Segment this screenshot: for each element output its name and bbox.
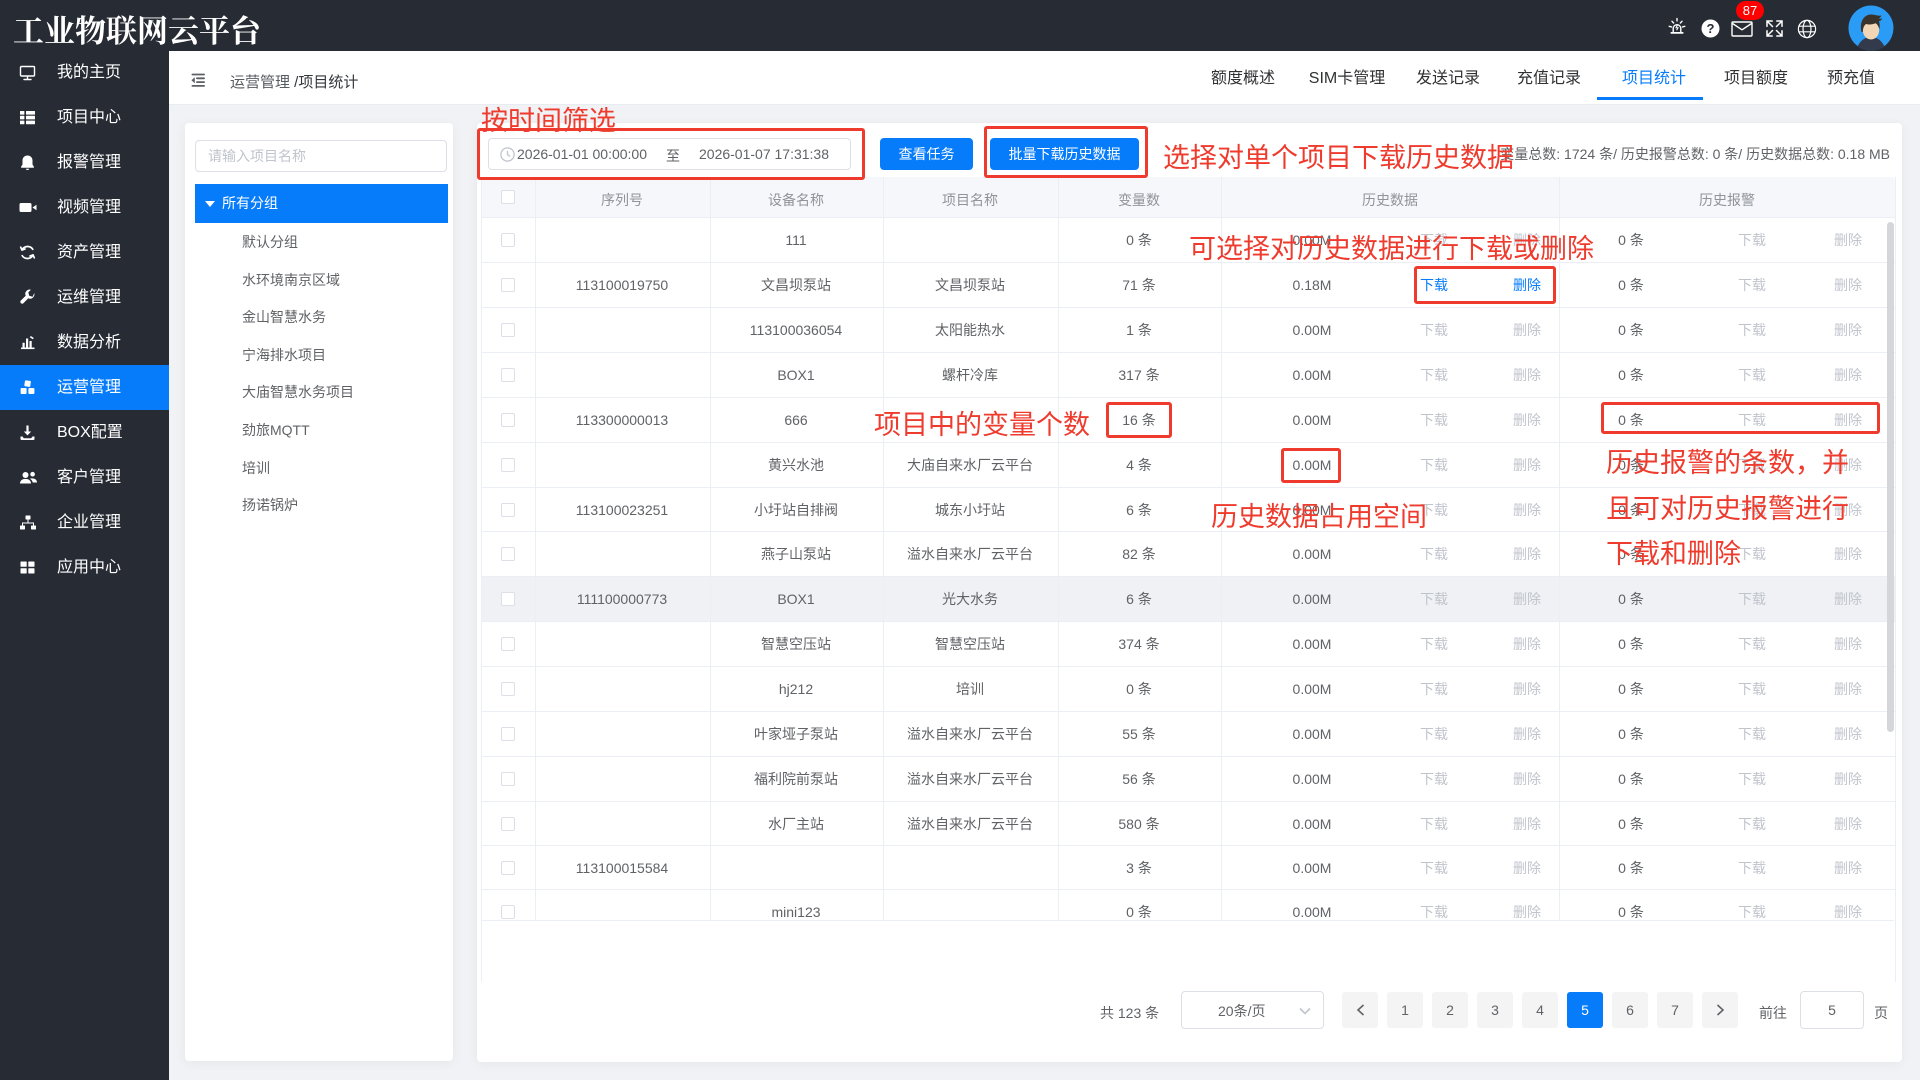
svg-text:?: ? bbox=[1707, 21, 1715, 36]
